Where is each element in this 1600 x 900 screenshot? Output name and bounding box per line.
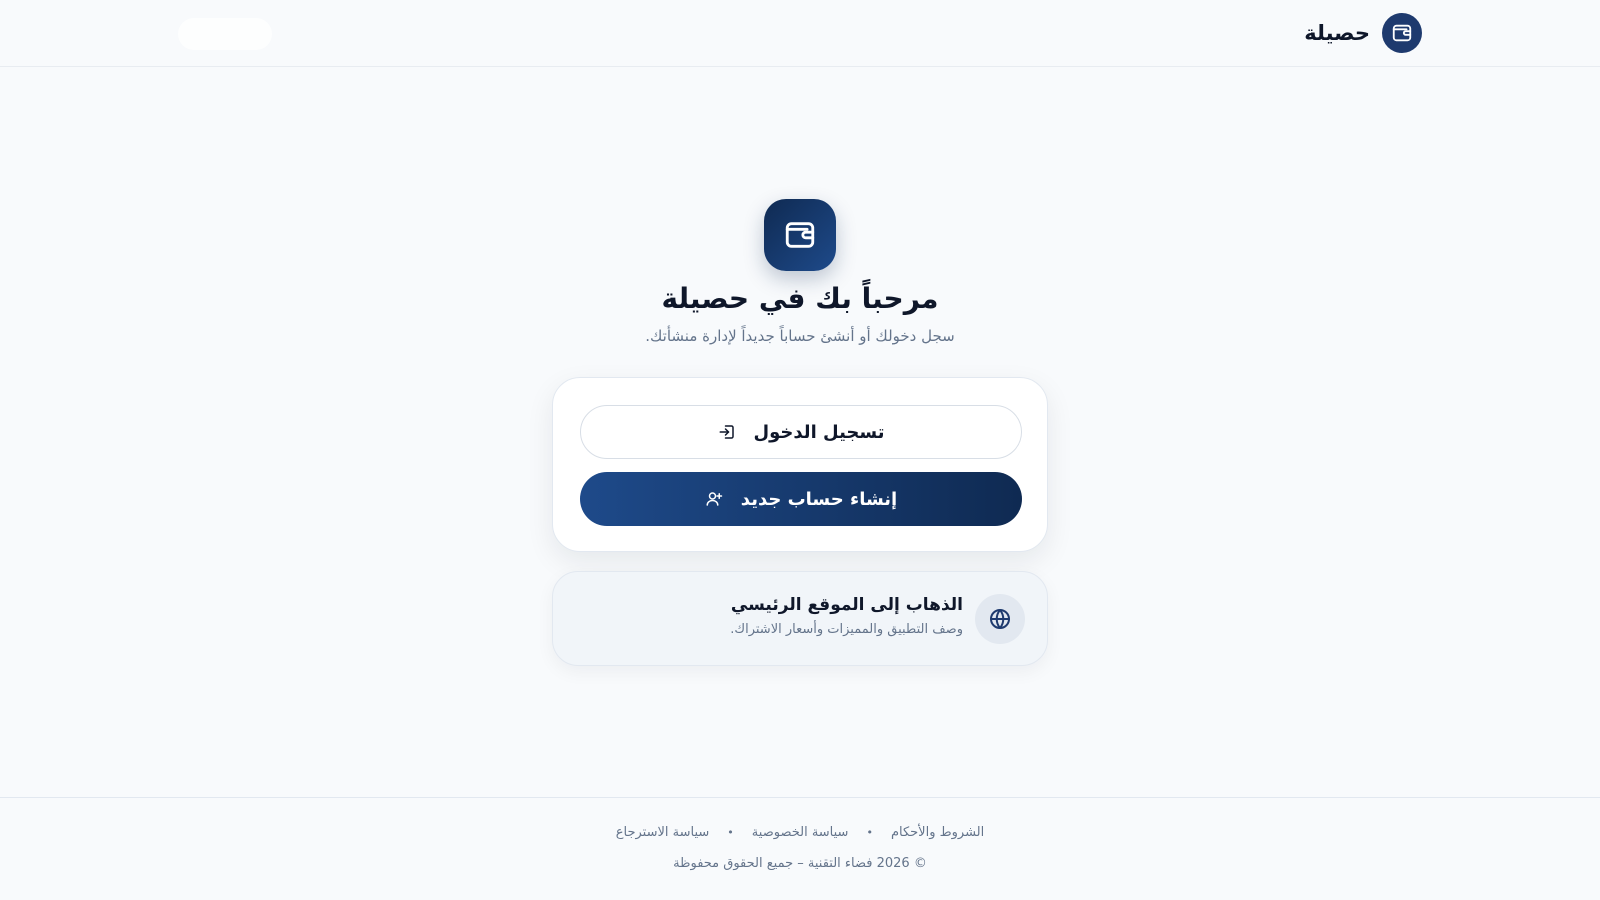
copyright: © 2026 فضاء التقنية – جميع الحقوق محفوظة [673,856,927,871]
footer-separator: • [866,826,873,839]
wallet-icon [1382,13,1422,53]
main-website-card[interactable] [552,571,1048,666]
footer: الشروط والأحكام • سياسة الخصوصية • سياسة… [0,797,1600,900]
refund-policy-link[interactable]: سياسة الاسترجاع [616,825,710,840]
privacy-link[interactable]: سياسة الخصوصية [752,825,849,840]
signup-button[interactable]: إنشاء حساب جديد [580,472,1022,526]
auth-card: تسجيل الدخول إنشاء حساب جديد [552,377,1048,552]
brand[interactable]: حصيلة [1304,13,1422,53]
login-button-label: تسجيل الدخول [753,421,885,443]
main-website-title: الذهاب إلى الموقع الرئيسي [730,595,963,615]
top-header: حصيلة [0,0,1600,67]
signup-button-label: إنشاء حساب جديد [740,488,898,510]
globe-icon [975,594,1025,644]
main-website-description: وصف التطبيق والمميزات وأسعار الاشتراك. [730,622,963,637]
header-placeholder [178,18,272,50]
terms-link[interactable]: الشروط والأحكام [891,825,984,840]
page-title: مرحباً بك في حصيلة [661,282,939,315]
wallet-icon [764,199,836,271]
footer-separator: • [727,826,734,839]
login-icon [718,423,736,441]
page-subtitle: سجل دخولك أو أنشئ حساباً جديداً لإدارة م… [645,327,955,345]
footer-links: الشروط والأحكام • سياسة الخصوصية • سياسة… [0,825,1600,840]
brand-name: حصيلة [1304,21,1370,45]
login-button[interactable]: تسجيل الدخول [580,405,1022,459]
user-plus-icon [705,490,723,508]
